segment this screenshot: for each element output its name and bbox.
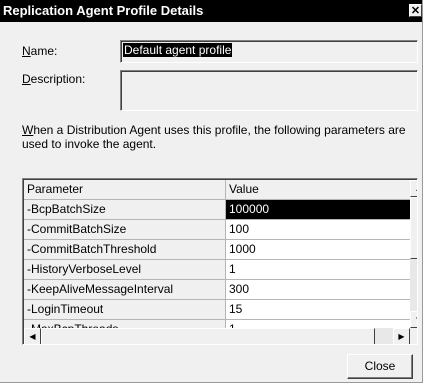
value-cell[interactable]: 100: [226, 220, 411, 240]
parameter-cell: -CommitBatchThreshold: [24, 240, 226, 260]
value-cell[interactable]: 300: [226, 280, 411, 300]
title-bar[interactable]: Replication Agent Profile Details ✕: [0, 0, 422, 22]
table-row[interactable]: -KeepAliveMessageInterval 300: [24, 280, 411, 300]
parameter-cell: -BcpBatchSize: [24, 200, 226, 220]
parameter-cell: -CommitBatchSize: [24, 220, 226, 240]
grid-header: Parameter Value: [24, 180, 411, 200]
parameter-cell: -KeepAliveMessageInterval: [24, 280, 226, 300]
table-row[interactable]: -BcpBatchSize 100000: [24, 200, 411, 220]
close-button[interactable]: Close: [347, 354, 413, 379]
name-value: Default agent profile: [123, 43, 233, 57]
name-label: Name:: [22, 44, 58, 58]
value-cell[interactable]: 15: [226, 300, 411, 320]
window-title: Replication Agent Profile Details: [3, 3, 204, 18]
value-cell[interactable]: 1000: [226, 240, 411, 260]
table-row[interactable]: -HistoryVerboseLevel 1: [24, 260, 411, 280]
table-row[interactable]: -CommitBatchSize 100: [24, 220, 411, 240]
value-cell[interactable]: 1: [226, 260, 411, 280]
vertical-scroll-thumb[interactable]: [410, 197, 417, 259]
scroll-down-icon[interactable]: ▼: [410, 311, 417, 328]
info-text: When a Distribution Agent uses this prof…: [22, 123, 406, 151]
parameters-grid[interactable]: Parameter Value -BcpBatchSize 100000 -Co…: [22, 178, 418, 345]
table-row[interactable]: -CommitBatchThreshold 1000: [24, 240, 411, 260]
horizontal-scroll-thumb[interactable]: [41, 328, 375, 344]
scroll-right-icon[interactable]: ▶: [393, 328, 410, 344]
scroll-left-icon[interactable]: ◀: [24, 328, 41, 344]
column-header-parameter[interactable]: Parameter: [24, 180, 226, 200]
column-header-value[interactable]: Value: [226, 180, 411, 200]
vertical-scrollbar[interactable]: ▲ ▼: [410, 180, 417, 328]
close-window-icon[interactable]: ✕: [409, 4, 422, 17]
parameter-cell: -LoginTimeout: [24, 300, 226, 320]
horizontal-scrollbar[interactable]: ◀ ▶: [24, 328, 410, 344]
value-cell[interactable]: 100000: [226, 200, 411, 220]
scrollbar-corner: [410, 328, 417, 344]
description-field[interactable]: [120, 70, 418, 111]
name-field[interactable]: Default agent profile: [120, 40, 418, 63]
scroll-up-icon[interactable]: ▲: [410, 180, 417, 197]
profile-details-dialog: Replication Agent Profile Details ✕ Name…: [0, 0, 423, 383]
description-label: Description:: [22, 72, 86, 86]
table-row[interactable]: -LoginTimeout 15: [24, 300, 411, 320]
parameter-cell: -HistoryVerboseLevel: [24, 260, 226, 280]
